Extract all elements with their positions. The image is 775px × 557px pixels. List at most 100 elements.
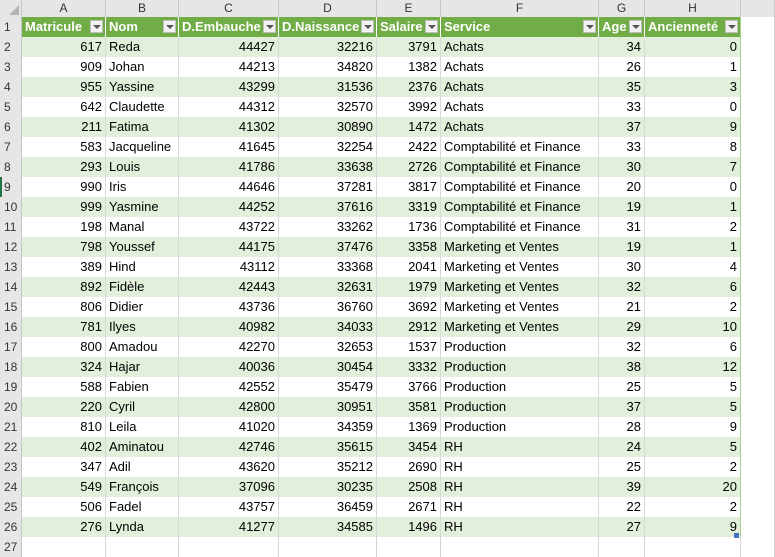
cell-anciennet[interactable]: 6 — [645, 337, 741, 357]
cell-matricule[interactable]: 800 — [22, 337, 106, 357]
cell-anciennet[interactable]: 6 — [645, 277, 741, 297]
cell-dnaissance[interactable]: 37476 — [279, 237, 377, 257]
cell-salaire[interactable]: 1382 — [377, 57, 441, 77]
cell-service[interactable]: RH — [441, 517, 599, 537]
row-number[interactable]: 1 — [0, 17, 22, 37]
cell-dembauche[interactable]: 44312 — [179, 97, 279, 117]
cell-salaire[interactable]: 2671 — [377, 497, 441, 517]
cell-age[interactable]: 37 — [599, 397, 645, 417]
cell-salaire[interactable]: 2422 — [377, 137, 441, 157]
cell-dnaissance[interactable]: 31536 — [279, 77, 377, 97]
cell-dnaissance[interactable]: 32631 — [279, 277, 377, 297]
empty-cell[interactable] — [741, 437, 775, 457]
header-cell[interactable]: Service — [441, 17, 599, 37]
cell-anciennet[interactable]: 9 — [645, 417, 741, 437]
cell-dnaissance[interactable]: 30890 — [279, 117, 377, 137]
empty-cell[interactable] — [741, 77, 775, 97]
cell-age[interactable]: 37 — [599, 117, 645, 137]
cell-dembauche[interactable]: 44252 — [179, 197, 279, 217]
cell-anciennet[interactable]: 10 — [645, 317, 741, 337]
header-cell[interactable]: Age — [599, 17, 645, 37]
cell-matricule[interactable]: 324 — [22, 357, 106, 377]
filter-dropdown-icon[interactable] — [583, 20, 596, 33]
empty-cell[interactable] — [741, 177, 775, 197]
filter-dropdown-icon[interactable] — [90, 20, 103, 33]
cell-salaire[interactable]: 2690 — [377, 457, 441, 477]
cell-service[interactable]: Marketing et Ventes — [441, 277, 599, 297]
cell-dembauche[interactable]: 43736 — [179, 297, 279, 317]
row-number[interactable]: 13 — [0, 257, 22, 277]
cell-salaire[interactable]: 1472 — [377, 117, 441, 137]
cell-matricule[interactable]: 617 — [22, 37, 106, 57]
cell-dembauche[interactable]: 42552 — [179, 377, 279, 397]
cell-salaire[interactable]: 3358 — [377, 237, 441, 257]
cell-age[interactable]: 25 — [599, 457, 645, 477]
cell-dembauche[interactable]: 40036 — [179, 357, 279, 377]
cell-dembauche[interactable]: 44427 — [179, 37, 279, 57]
empty-cell[interactable] — [741, 157, 775, 177]
cell-service[interactable]: Marketing et Ventes — [441, 257, 599, 277]
cell-nom[interactable]: Johan — [106, 57, 179, 77]
cell-salaire[interactable]: 2508 — [377, 477, 441, 497]
filter-dropdown-icon[interactable] — [361, 20, 374, 33]
filter-dropdown-icon[interactable] — [725, 20, 738, 33]
row-number[interactable]: 17 — [0, 337, 22, 357]
cell-dnaissance[interactable]: 34820 — [279, 57, 377, 77]
cell-dembauche[interactable]: 43112 — [179, 257, 279, 277]
cell-age[interactable]: 35 — [599, 77, 645, 97]
cell-salaire[interactable]: 1496 — [377, 517, 441, 537]
cell-nom[interactable]: Fadel — [106, 497, 179, 517]
cell-dembauche[interactable]: 44213 — [179, 57, 279, 77]
cell-salaire[interactable]: 3766 — [377, 377, 441, 397]
row-number[interactable]: 3 — [0, 57, 22, 77]
cell-matricule[interactable]: 276 — [22, 517, 106, 537]
empty-cell[interactable] — [106, 537, 179, 557]
cell-matricule[interactable]: 220 — [22, 397, 106, 417]
cell-age[interactable]: 34 — [599, 37, 645, 57]
cell-nom[interactable]: Manal — [106, 217, 179, 237]
cell-service[interactable]: Marketing et Ventes — [441, 297, 599, 317]
cell-nom[interactable]: Louis — [106, 157, 179, 177]
empty-cell[interactable] — [741, 257, 775, 277]
cell-dembauche[interactable]: 41645 — [179, 137, 279, 157]
empty-cell[interactable] — [741, 237, 775, 257]
cell-anciennet[interactable]: 5 — [645, 437, 741, 457]
cell-matricule[interactable]: 990 — [22, 177, 106, 197]
cell-service[interactable]: Production — [441, 377, 599, 397]
cell-dembauche[interactable]: 40982 — [179, 317, 279, 337]
cell-dembauche[interactable]: 44646 — [179, 177, 279, 197]
cell-dembauche[interactable]: 43757 — [179, 497, 279, 517]
cell-anciennet[interactable]: 2 — [645, 497, 741, 517]
cell-service[interactable]: Comptabilité et Finance — [441, 197, 599, 217]
cell-nom[interactable]: Fabien — [106, 377, 179, 397]
cell-matricule[interactable]: 506 — [22, 497, 106, 517]
empty-cell[interactable] — [741, 417, 775, 437]
cell-anciennet[interactable]: 12 — [645, 357, 741, 377]
cell-service[interactable]: RH — [441, 477, 599, 497]
column-header-d[interactable]: D — [279, 0, 377, 17]
cell-age[interactable]: 33 — [599, 137, 645, 157]
row-number[interactable]: 18 — [0, 357, 22, 377]
cell-matricule[interactable]: 583 — [22, 137, 106, 157]
cell-service[interactable]: RH — [441, 437, 599, 457]
filter-dropdown-icon[interactable] — [263, 20, 276, 33]
cell-salaire[interactable]: 2726 — [377, 157, 441, 177]
cell-salaire[interactable]: 3319 — [377, 197, 441, 217]
cell-dembauche[interactable]: 44175 — [179, 237, 279, 257]
cell-matricule[interactable]: 892 — [22, 277, 106, 297]
cell-dembauche[interactable]: 43722 — [179, 217, 279, 237]
cell-dnaissance[interactable]: 35212 — [279, 457, 377, 477]
cell-nom[interactable]: Hind — [106, 257, 179, 277]
cell-service[interactable]: Comptabilité et Finance — [441, 217, 599, 237]
empty-cell[interactable] — [741, 57, 775, 77]
row-number[interactable]: 23 — [0, 457, 22, 477]
cell-dembauche[interactable]: 43299 — [179, 77, 279, 97]
cell-nom[interactable]: Youssef — [106, 237, 179, 257]
cell-nom[interactable]: Yasmine — [106, 197, 179, 217]
empty-cell[interactable] — [741, 457, 775, 477]
cell-anciennet[interactable]: 7 — [645, 157, 741, 177]
cell-age[interactable]: 27 — [599, 517, 645, 537]
cell-salaire[interactable]: 3332 — [377, 357, 441, 377]
cell-age[interactable]: 21 — [599, 297, 645, 317]
column-header-g[interactable]: G — [599, 0, 645, 17]
